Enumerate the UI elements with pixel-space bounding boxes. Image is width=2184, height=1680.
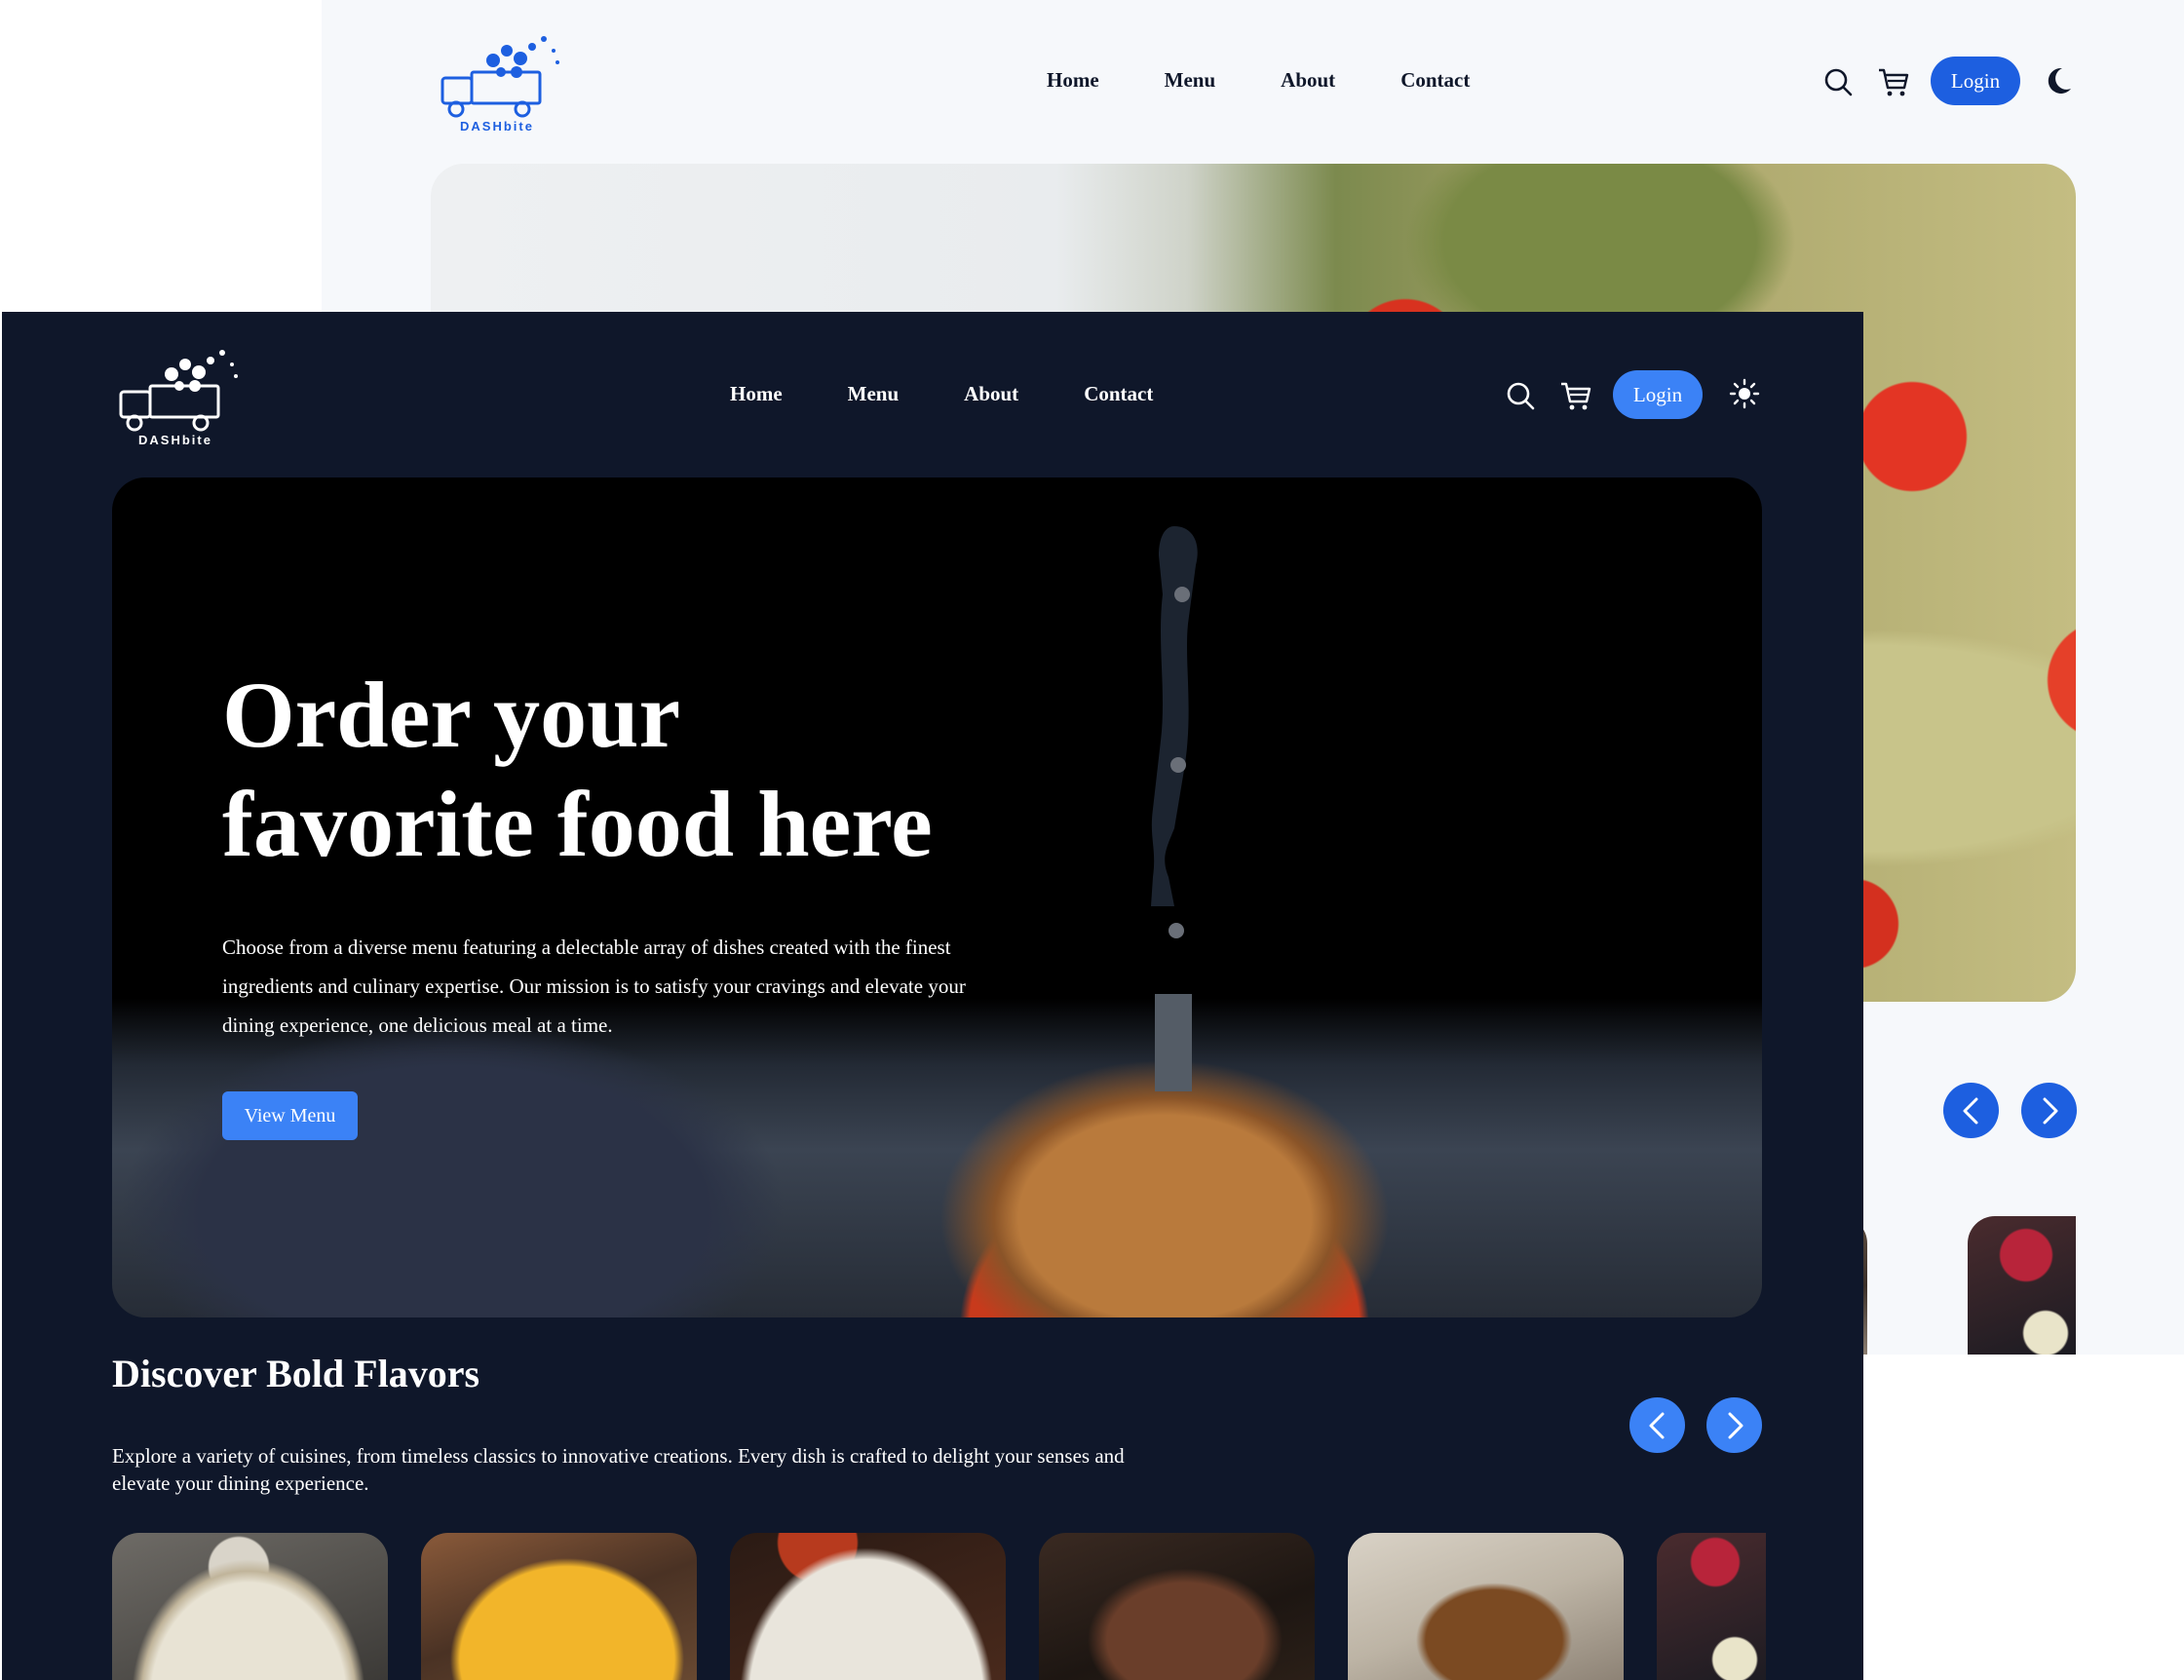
dish-card[interactable] xyxy=(1657,1533,1766,1680)
search-icon[interactable] xyxy=(1822,66,1854,97)
previous-button[interactable] xyxy=(1943,1083,1999,1138)
login-button[interactable]: Login xyxy=(1613,370,1703,419)
logo-truck-icon[interactable]: DASHbite xyxy=(435,29,571,136)
next-button[interactable] xyxy=(1706,1397,1762,1453)
food-card-image[interactable] xyxy=(1968,1216,2076,1355)
nav-about-link[interactable]: About xyxy=(1281,68,1335,93)
nav-contact-link[interactable]: Contact xyxy=(1400,68,1470,93)
section-description: Explore a variety of cuisines, from time… xyxy=(112,1444,1125,1495)
dish-card[interactable] xyxy=(1039,1533,1315,1680)
section-title: Discover Bold Flavors xyxy=(112,1352,480,1395)
svg-text:DASHbite: DASHbite xyxy=(138,433,212,447)
dish-carousel xyxy=(112,1533,1766,1680)
dish-card[interactable] xyxy=(730,1533,1006,1680)
hero-description: Choose from a diverse menu featuring a d… xyxy=(222,935,966,1037)
dark-theme-window: DASHbite Home Menu About Contact Login O… xyxy=(2,312,1863,1680)
hero-title-line-2: favorite food here xyxy=(222,772,933,876)
light-carousel-controls xyxy=(1943,1083,2077,1138)
login-button[interactable]: Login xyxy=(1931,57,2020,105)
chevron-left-icon xyxy=(1963,1097,1977,1124)
moon-icon[interactable] xyxy=(2043,65,2074,96)
chevron-right-icon xyxy=(1728,1412,1743,1438)
burger-knife-image xyxy=(1151,526,1198,1091)
next-button[interactable] xyxy=(2021,1083,2077,1138)
chevron-left-icon xyxy=(1649,1412,1664,1438)
previous-button[interactable] xyxy=(1629,1397,1685,1453)
sun-icon[interactable] xyxy=(1729,378,1760,409)
dish-card[interactable] xyxy=(421,1533,697,1680)
hero-title-line-1: Order your xyxy=(222,663,681,767)
nav-contact-link[interactable]: Contact xyxy=(1084,382,1153,406)
hero-banner: Order your favorite food here Choose fro… xyxy=(112,477,1762,1317)
chevron-right-icon xyxy=(2043,1097,2057,1124)
search-icon[interactable] xyxy=(1505,380,1536,411)
dark-main-nav: Home Menu About Contact xyxy=(730,382,1153,406)
nav-home-link[interactable]: Home xyxy=(1047,68,1099,93)
nav-home-link[interactable]: Home xyxy=(730,382,783,406)
dish-card[interactable] xyxy=(1348,1533,1624,1680)
light-main-nav: Home Menu About Contact xyxy=(1047,68,1470,93)
dish-card[interactable] xyxy=(112,1533,388,1680)
nav-about-link[interactable]: About xyxy=(964,382,1018,406)
nav-menu-link[interactable]: Menu xyxy=(848,382,900,406)
cart-icon[interactable] xyxy=(1877,66,1910,97)
svg-text:DASHbite: DASHbite xyxy=(460,119,534,134)
dark-carousel-controls xyxy=(1629,1397,1762,1453)
logo-truck-icon[interactable]: DASHbite xyxy=(113,343,249,450)
view-menu-button[interactable]: View Menu xyxy=(222,1091,358,1140)
cart-icon[interactable] xyxy=(1559,380,1592,411)
hero-title: Order your favorite food here xyxy=(222,661,1099,879)
nav-menu-link[interactable]: Menu xyxy=(1165,68,1216,93)
